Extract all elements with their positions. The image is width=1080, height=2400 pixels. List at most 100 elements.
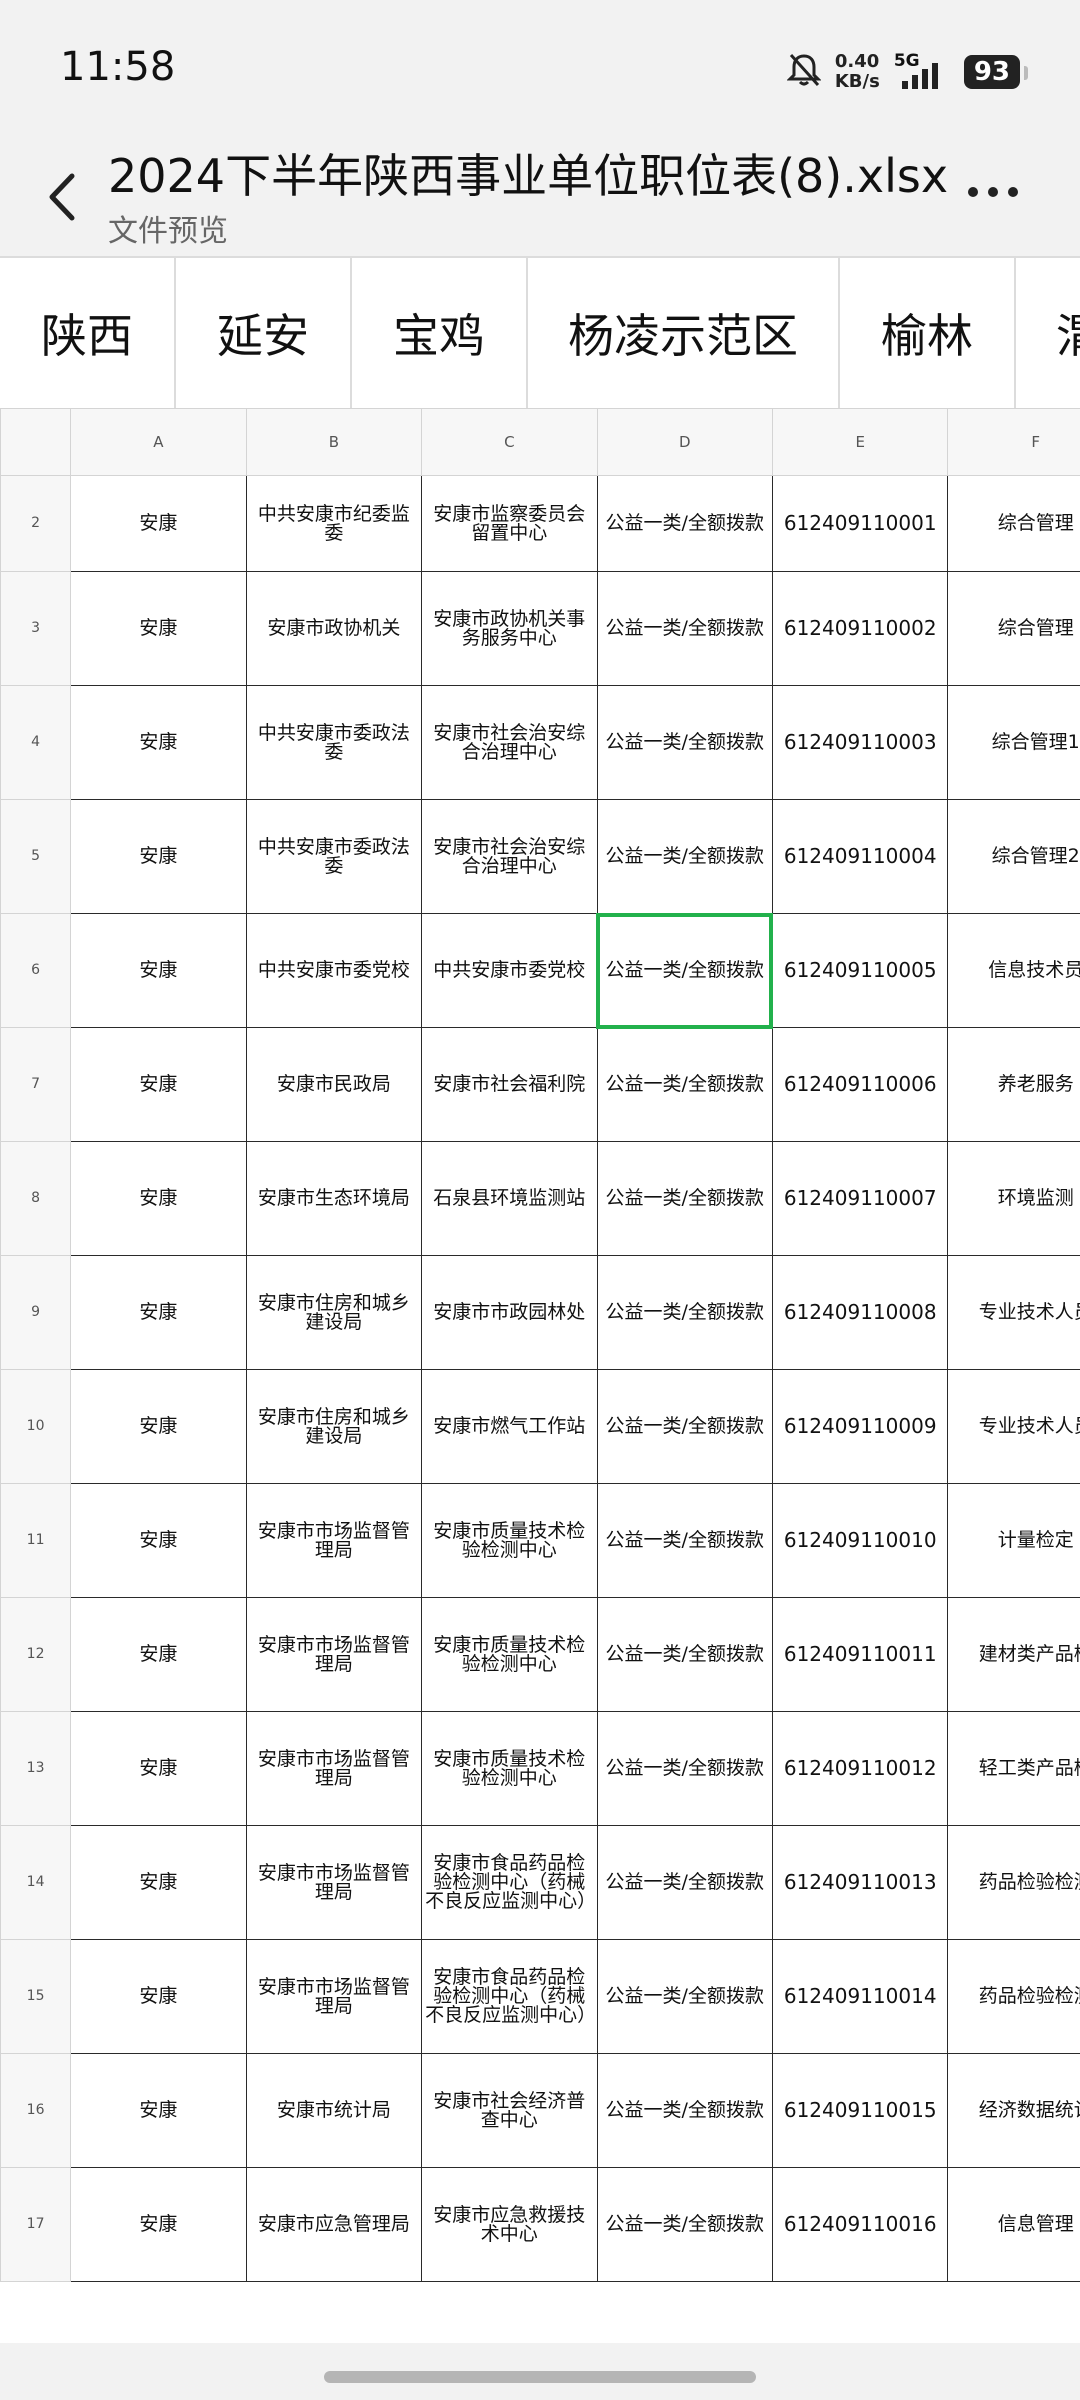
row-number[interactable]: 9 [0, 1255, 72, 1370]
cell-C[interactable]: 安康市监察委员会留置中心 [421, 475, 598, 572]
cell-C[interactable]: 安康市食品药品检验检测中心（药械不良反应监测中心） [421, 1939, 598, 2054]
cell-D[interactable]: 公益一类/全额拨款 [596, 685, 773, 800]
cell-B[interactable]: 安康市住房和城乡建设局 [245, 1369, 423, 1484]
cell-C[interactable]: 安康市质量技术检验检测中心 [421, 1711, 598, 1826]
cell-E[interactable]: 612409110016 [771, 2167, 949, 2282]
cell-D[interactable]: 公益一类/全额拨款 [596, 1255, 773, 1370]
cell-E[interactable]: 612409110005 [771, 913, 949, 1028]
cell-C[interactable]: 安康市质量技术检验检测中心 [421, 1597, 598, 1712]
row-number[interactable]: 7 [0, 1027, 72, 1142]
cell-D[interactable]: 公益一类/全额拨款 [596, 1711, 773, 1826]
cell-F[interactable]: 综合管理1 [947, 685, 1080, 800]
cell-F[interactable]: 经济数据统计 [947, 2053, 1080, 2168]
spreadsheet-grid[interactable]: A B C D E F 2 安康 中共安康市纪委监委 安康市监察委员会留置中心 公益一类… [0, 408, 1080, 2343]
cell-C[interactable]: 安康市社会经济普查中心 [421, 2053, 598, 2168]
cell-C[interactable]: 中共安康市委党校 [421, 913, 598, 1028]
cell-C[interactable]: 安康市社会福利院 [421, 1027, 598, 1142]
cell-E[interactable]: 612409110004 [771, 799, 949, 914]
more-button[interactable] [968, 172, 1028, 212]
row-number[interactable]: 12 [0, 1597, 72, 1712]
cell-E[interactable]: 612409110006 [771, 1027, 949, 1142]
cell-A[interactable]: 安康 [70, 2167, 247, 2282]
corner-cell[interactable] [0, 408, 72, 476]
column-header[interactable]: B [245, 408, 423, 476]
cell-C[interactable]: 石泉县环境监测站 [421, 1141, 598, 1256]
cell-F[interactable]: 养老服务 [947, 1027, 1080, 1142]
row-number[interactable]: 4 [0, 685, 72, 800]
cell-D[interactable]: 公益一类/全额拨款 [596, 799, 773, 914]
back-button[interactable] [36, 162, 92, 232]
cell-D[interactable]: 公益一类/全额拨款 [596, 2167, 773, 2282]
cell-C[interactable]: 安康市社会治安综合治理中心 [421, 799, 598, 914]
cell-B[interactable]: 中共安康市委党校 [245, 913, 423, 1028]
row-number[interactable]: 10 [0, 1369, 72, 1484]
row-number[interactable]: 8 [0, 1141, 72, 1256]
cell-B[interactable]: 安康市生态环境局 [245, 1141, 423, 1256]
row-number[interactable]: 11 [0, 1483, 72, 1598]
cell-B[interactable]: 安康市市场监督管理局 [245, 1711, 423, 1826]
cell-D[interactable]: 公益一类/全额拨款 [596, 2053, 773, 2168]
cell-B[interactable]: 安康市市场监督管理局 [245, 1825, 423, 1940]
cell-B[interactable]: 安康市市场监督管理局 [245, 1597, 423, 1712]
cell-E[interactable]: 612409110013 [771, 1825, 949, 1940]
cell-B[interactable]: 安康市政协机关 [245, 571, 423, 686]
cell-F[interactable]: 信息技术员 [947, 913, 1080, 1028]
column-header[interactable]: C [421, 408, 598, 476]
cell-E[interactable]: 612409110008 [771, 1255, 949, 1370]
row-number[interactable]: 2 [0, 475, 72, 572]
cell-C[interactable]: 安康市食品药品检验检测中心（药械不良反应监测中心） [421, 1825, 598, 1940]
cell-F[interactable]: 综合管理 [947, 571, 1080, 686]
row-number[interactable]: 17 [0, 2167, 72, 2282]
tab-yanan[interactable]: 延安 [176, 258, 352, 408]
tab-yangling[interactable]: 杨凌示范区 [528, 258, 840, 408]
cell-D[interactable]: 公益一类/全额拨款 [596, 1027, 773, 1142]
cell-E[interactable]: 612409110015 [771, 2053, 949, 2168]
cell-B[interactable]: 中共安康市委政法委 [245, 799, 423, 914]
cell-D[interactable]: 公益一类/全额拨款 [596, 1825, 773, 1940]
cell-A[interactable]: 安康 [70, 1369, 247, 1484]
cell-A[interactable]: 安康 [70, 1597, 247, 1712]
cell-E[interactable]: 612409110007 [771, 1141, 949, 1256]
cell-B[interactable]: 安康市应急管理局 [245, 2167, 423, 2282]
cell-F[interactable]: 综合管理2 [947, 799, 1080, 914]
cell-A[interactable]: 安康 [70, 799, 247, 914]
row-number[interactable]: 14 [0, 1825, 72, 1940]
row-number[interactable]: 3 [0, 571, 72, 686]
cell-D[interactable]: 公益一类/全额拨款 [596, 1483, 773, 1598]
cell-E[interactable]: 612409110009 [771, 1369, 949, 1484]
cell-A[interactable]: 安康 [70, 1711, 247, 1826]
cell-E[interactable]: 612409110002 [771, 571, 949, 686]
cell-A[interactable]: 安康 [70, 685, 247, 800]
cell-F[interactable]: 药品检验检测 [947, 1939, 1080, 2054]
column-header[interactable]: D [596, 408, 773, 476]
cell-E[interactable]: 612409110011 [771, 1597, 949, 1712]
cell-A[interactable]: 安康 [70, 1255, 247, 1370]
row-number[interactable]: 6 [0, 913, 72, 1028]
row-number[interactable]: 15 [0, 1939, 72, 2054]
cell-B[interactable]: 中共安康市纪委监委 [245, 475, 423, 572]
cell-A[interactable]: 安康 [70, 1825, 247, 1940]
cell-F[interactable]: 专业技术人员 [947, 1255, 1080, 1370]
cell-B[interactable]: 中共安康市委政法委 [245, 685, 423, 800]
home-indicator[interactable] [324, 2371, 756, 2383]
cell-B[interactable]: 安康市民政局 [245, 1027, 423, 1142]
cell-F[interactable]: 建材类产品检 [947, 1597, 1080, 1712]
cell-A[interactable]: 安康 [70, 571, 247, 686]
cell-F[interactable]: 轻工类产品检 [947, 1711, 1080, 1826]
row-number[interactable]: 13 [0, 1711, 72, 1826]
cell-A[interactable]: 安康 [70, 913, 247, 1028]
cell-C[interactable]: 安康市政协机关事务服务中心 [421, 571, 598, 686]
cell-D[interactable]: 公益一类/全额拨款 [596, 571, 773, 686]
cell-B[interactable]: 安康市住房和城乡建设局 [245, 1255, 423, 1370]
cell-C[interactable]: 安康市社会治安综合治理中心 [421, 685, 598, 800]
column-header[interactable]: A [70, 408, 247, 476]
tab-baoji[interactable]: 宝鸡 [352, 258, 528, 408]
cell-F[interactable]: 专业技术人员 [947, 1369, 1080, 1484]
cell-B[interactable]: 安康市市场监督管理局 [245, 1483, 423, 1598]
cell-F[interactable]: 综合管理 [947, 475, 1080, 572]
column-header[interactable]: E [771, 408, 949, 476]
cell-B[interactable]: 安康市市场监督管理局 [245, 1939, 423, 2054]
cell-C[interactable]: 安康市应急救援技术中心 [421, 2167, 598, 2282]
cell-C[interactable]: 安康市质量技术检验检测中心 [421, 1483, 598, 1598]
row-number[interactable]: 5 [0, 799, 72, 914]
